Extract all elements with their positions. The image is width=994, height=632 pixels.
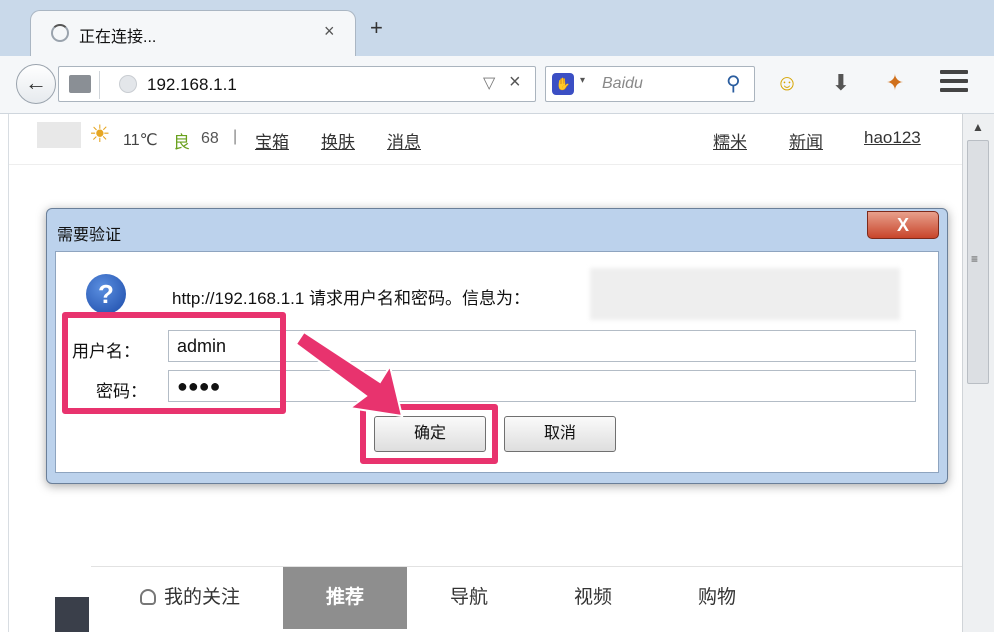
link-hao123[interactable]: hao123 — [864, 128, 921, 148]
tab-recommend-label: 推荐 — [325, 587, 364, 608]
search-icon[interactable]: ⚲ — [726, 71, 741, 96]
avatar[interactable] — [37, 122, 81, 148]
url-clear-icon[interactable]: × — [509, 71, 521, 94]
tab-shopping[interactable]: 购物 — [655, 567, 779, 629]
globe-icon — [119, 75, 137, 93]
aqi-label: 良 — [173, 133, 190, 152]
search-engine-caret-icon[interactable]: ▾ — [580, 75, 585, 86]
credentials-highlight — [62, 312, 286, 414]
link-xiaoxi[interactable]: 消息 — [387, 128, 421, 153]
hamburger-menu-icon[interactable] — [940, 70, 968, 97]
user-icon — [139, 589, 156, 605]
baidu-paw-icon[interactable]: ✋ — [552, 73, 574, 95]
top-links-bar: ☀ 11℃ 良 68 | 宝箱 换肤 消息 糯米 新闻 hao123 — [9, 114, 963, 164]
link-nuomi[interactable]: 糯米 — [713, 128, 747, 153]
extension-icon[interactable]: ✦ — [880, 68, 910, 98]
url-bar[interactable]: 192.168.1.1 ▽ × — [58, 66, 536, 102]
temperature: 11℃ — [123, 132, 158, 149]
browser-tab[interactable]: 正在连接... × — [30, 10, 356, 56]
close-icon: X — [896, 215, 909, 235]
page-scrollbar[interactable]: ▲ ≡ — [962, 114, 994, 632]
cancel-button[interactable]: 取消 — [504, 416, 616, 452]
back-arrow-icon: ← — [25, 70, 47, 95]
aqi-value: 68 — [201, 130, 219, 147]
tab-shopping-label: 购物 — [697, 587, 736, 608]
divider: | — [233, 128, 238, 145]
sun-cloud-icon: ☀ — [89, 121, 111, 148]
search-bar[interactable]: ✋ ▾ Baidu ⚲ — [545, 66, 755, 102]
tab-follow-label: 我的关注 — [163, 587, 240, 608]
loading-spinner-icon — [51, 24, 69, 42]
dialog-close-button[interactable]: X — [867, 211, 939, 239]
link-news[interactable]: 新闻 — [789, 128, 823, 153]
top-divider — [9, 164, 963, 165]
sync-icon[interactable]: ☺ — [772, 68, 802, 98]
tab-navigation-label: 导航 — [449, 587, 488, 608]
search-placeholder[interactable]: Baidu — [602, 75, 643, 93]
download-icon[interactable]: ⬇ — [826, 68, 856, 98]
tab-navigation[interactable]: 导航 — [407, 567, 531, 629]
tab-video-label: 视频 — [573, 587, 612, 608]
tab-title: 正在连接... — [79, 29, 157, 46]
tab-recommend[interactable]: 推荐 — [283, 567, 407, 629]
content-tabs: 我的关注 推荐 导航 视频 购物 — [55, 566, 963, 632]
scroll-up-icon[interactable]: ▲ — [972, 120, 984, 134]
folder-icon[interactable] — [69, 75, 91, 93]
tab-video[interactable]: 视频 — [531, 567, 655, 629]
auth-message: http://192.168.1.1 请求用户名和密码。信息为： — [172, 289, 531, 308]
url-dropdown-icon[interactable]: ▽ — [483, 73, 495, 93]
side-block — [55, 597, 89, 632]
url-text[interactable]: 192.168.1.1 — [147, 75, 237, 95]
url-separator — [99, 71, 100, 99]
back-button[interactable]: ← — [16, 64, 56, 104]
pointer-arrow-icon — [294, 330, 404, 418]
dialog-title: 需要验证 — [57, 227, 122, 244]
scroll-grip-icon: ≡ — [971, 252, 979, 266]
tab-bar: 正在连接... × + — [0, 0, 994, 56]
redacted-info — [590, 268, 900, 320]
new-tab-button[interactable]: + — [370, 15, 383, 41]
link-baoxiang[interactable]: 宝箱 — [255, 128, 289, 153]
question-icon: ? — [86, 274, 126, 314]
tab-close-icon[interactable]: × — [324, 21, 335, 42]
tab-follow[interactable]: 我的关注 — [105, 567, 275, 629]
link-huanfu[interactable]: 换肤 — [321, 128, 355, 153]
